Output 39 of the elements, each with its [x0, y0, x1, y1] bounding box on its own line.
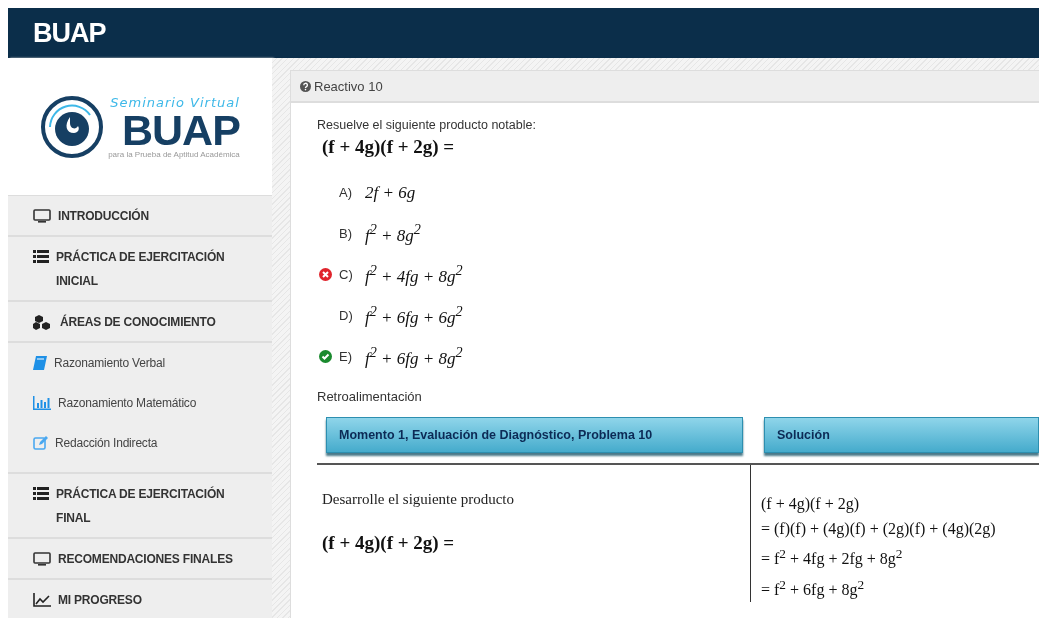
list-icon: [33, 487, 49, 500]
option-formula: f$^{2}$ + 8g$^{2}$: [365, 221, 421, 246]
option-letter[interactable]: A): [339, 185, 365, 200]
option-formula: 2f + 6g: [365, 182, 416, 203]
question-formula: (f + 4g)(f + 2g) =: [322, 136, 455, 158]
feedback-title: Retroalimentación: [317, 389, 423, 404]
monitor-icon: [33, 552, 51, 566]
question-title: Reactivo 10: [314, 78, 383, 94]
solution-step: = f$^{2}$ + 6fg + 8g$^{2}$: [761, 580, 865, 598]
solution-step: = f$^{2}$ + 4fg + 2fg + 8g$^{2}$: [761, 550, 903, 568]
logo-tagline: Seminario Virtual: [110, 94, 240, 110]
help-icon: [300, 80, 311, 92]
column-header: Momento 1, Evaluación de Diagnóstico, Problema 10: [326, 417, 743, 453]
list-icon: [33, 250, 49, 263]
logo-wordmark: BUAP: [122, 109, 240, 150]
option-formula: f$^{2}$ + 6fg + 6g$^{2}$: [365, 303, 463, 328]
monitor-icon: [33, 209, 51, 223]
sidebar-subitem[interactable]: Razonamiento Verbal: [8, 343, 272, 383]
cubes-icon: [33, 315, 53, 330]
swirl-logo-icon: [40, 94, 105, 159]
brand-logo[interactable]: BUAP: [33, 17, 106, 49]
exercise-statement: Desarrolle el siguiente producto: [322, 491, 516, 508]
option-letter[interactable]: C): [339, 267, 365, 282]
column-header: Solución: [764, 417, 1039, 453]
option-formula: f$^{2}$ + 6fg + 8g$^{2}$: [365, 344, 463, 369]
line-chart-icon: [33, 593, 51, 607]
option-letter[interactable]: E): [339, 349, 365, 364]
option-letter[interactable]: D): [339, 308, 365, 323]
option-letter[interactable]: B): [339, 226, 365, 241]
exercise-formula: (f + 4g)(f + 2g) =: [322, 532, 455, 554]
sidebar-subitem[interactable]: Razonamiento Matemático: [8, 383, 272, 423]
solution-step: = (f)(f) + (4g)(f) + (2g)(f) + (4g)(2g): [761, 520, 996, 537]
question-prompt: Resuelve el siguiente producto notable:: [317, 118, 537, 132]
option-formula: f$^{2}$ + 4fg + 8g$^{2}$: [365, 262, 463, 287]
book-icon: [33, 356, 47, 370]
bar-chart-icon: [33, 396, 51, 410]
edit-icon: [33, 436, 48, 450]
solution-step: (f + 4g)(f + 2g): [761, 495, 859, 512]
logo-subtitle: para la Prueba de Aptitud Académica: [108, 149, 240, 159]
